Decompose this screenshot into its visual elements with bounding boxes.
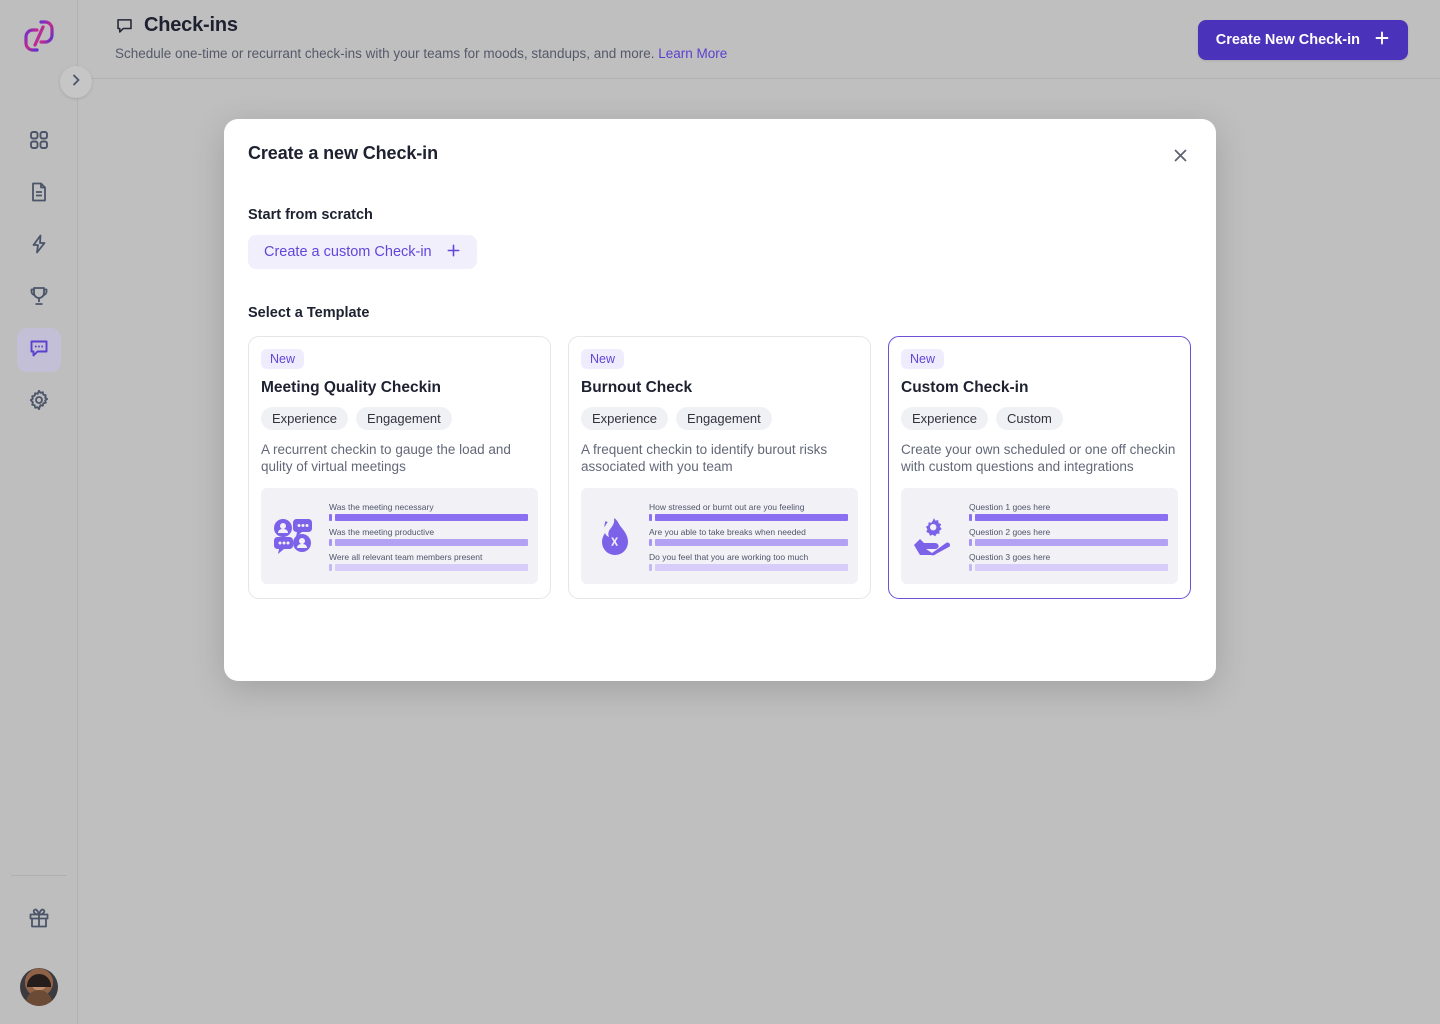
preview-bar <box>329 563 528 571</box>
template-card-meeting-quality[interactable]: New Meeting Quality Checkin Experience E… <box>248 336 551 599</box>
template-preview-rows: Question 1 goes here Question 2 goes her… <box>969 502 1168 571</box>
template-title: Custom Check-in <box>901 379 1029 396</box>
sidebar-item-dashboard[interactable] <box>17 120 61 164</box>
preview-bar <box>649 538 848 546</box>
preview-row: Question 1 goes here <box>969 502 1168 521</box>
preview-row: Do you feel that you are working too muc… <box>649 552 848 571</box>
document-icon <box>28 181 50 208</box>
sidebar-footer <box>0 875 77 1024</box>
create-new-check-in-button[interactable]: Create New Check-in <box>1197 20 1408 60</box>
template-preview-rows: Was the meeting necessary Was the meetin… <box>329 502 528 571</box>
template-card-burnout-check[interactable]: New Burnout Check Experience Engagement … <box>568 336 871 599</box>
preview-bar <box>649 563 848 571</box>
template-tags: Experience Engagement <box>261 407 538 430</box>
status-badge: New <box>581 349 625 369</box>
sidebar-item-check-ins[interactable] <box>16 328 61 372</box>
template-title: Meeting Quality Checkin <box>261 379 442 396</box>
flame-icon <box>587 514 639 558</box>
preview-bar <box>329 513 528 521</box>
template-tags: Experience Custom <box>901 407 1178 430</box>
sidebar-nav <box>16 120 61 424</box>
lightning-icon <box>28 233 50 260</box>
preview-bar <box>649 513 848 521</box>
sidebar-collapse-toggle[interactable] <box>60 66 92 98</box>
template-tag: Experience <box>261 407 349 430</box>
template-tag: Experience <box>581 407 669 430</box>
preview-question: Question 1 goes here <box>969 501 1051 512</box>
select-a-template-label: Select a Template <box>248 305 370 321</box>
sidebar-item-recognition[interactable] <box>17 276 61 320</box>
preview-bar <box>969 538 1168 546</box>
create-custom-check-in-button[interactable]: Create a custom Check-in <box>248 235 477 269</box>
template-tag: Engagement <box>676 407 772 430</box>
preview-row: Were all relevant team members present <box>329 552 528 571</box>
modal-title: Create a new Check-in <box>248 143 438 163</box>
sidebar-item-rewards[interactable] <box>17 898 61 942</box>
gift-icon <box>27 906 51 935</box>
people-chat-icon <box>267 516 319 556</box>
close-icon <box>1172 147 1189 167</box>
template-tag: Custom <box>996 407 1063 430</box>
template-tag: Experience <box>901 407 989 430</box>
template-preview: How stressed or burnt out are you feelin… <box>581 488 858 584</box>
preview-bar <box>329 538 528 546</box>
status-badge: New <box>901 349 945 369</box>
gear-hand-icon <box>907 515 959 557</box>
template-description: A frequent checkin to identify burout ri… <box>581 442 828 474</box>
template-tag: Engagement <box>356 407 452 430</box>
preview-row: Was the meeting productive <box>329 527 528 546</box>
chat-bubble-icon <box>28 337 50 364</box>
preview-question: Was the meeting productive <box>329 526 435 537</box>
chat-bubble-icon <box>115 16 134 35</box>
template-preview: Question 1 goes here Question 2 goes her… <box>901 488 1178 584</box>
trophy-icon <box>28 285 50 312</box>
page-title: Check-ins <box>144 14 238 36</box>
preview-row: Was the meeting necessary <box>329 502 528 521</box>
sidebar-item-pulse[interactable] <box>17 224 61 268</box>
preview-question: Question 2 goes here <box>969 526 1051 537</box>
template-preview-rows: How stressed or burnt out are you feelin… <box>649 502 848 571</box>
preview-question: Were all relevant team members present <box>329 551 483 562</box>
template-description: Create your own scheduled or one off che… <box>901 442 1176 474</box>
logo-mark[interactable] <box>17 14 61 58</box>
page-subtitle-text: Schedule one-time or recurrant check-ins… <box>115 46 655 61</box>
gear-icon <box>28 389 50 416</box>
create-new-check-in-label: Create New Check-in <box>1215 32 1360 48</box>
preview-bar <box>969 563 1168 571</box>
plus-icon <box>446 243 461 262</box>
template-description: A recurrent checkin to gauge the load an… <box>261 442 511 474</box>
preview-question: Are you able to take breaks when needed <box>649 526 806 537</box>
template-tags: Experience Engagement <box>581 407 858 430</box>
create-check-in-modal: Create a new Check-in Start from scratch… <box>224 119 1216 681</box>
template-card-custom-check-in[interactable]: New Custom Check-in Experience Custom Cr… <box>888 336 1191 599</box>
template-card-list: New Meeting Quality Checkin Experience E… <box>248 336 1192 599</box>
preview-question: Do you feel that you are working too muc… <box>649 551 809 562</box>
learn-more-link[interactable]: Learn More <box>658 46 727 61</box>
preview-row: How stressed or burnt out are you feelin… <box>649 502 848 521</box>
preview-bar <box>969 513 1168 521</box>
preview-row: Question 3 goes here <box>969 552 1168 571</box>
start-from-scratch-label: Start from scratch <box>248 207 373 223</box>
preview-row: Question 2 goes here <box>969 527 1168 546</box>
sidebar <box>0 0 78 1024</box>
template-title: Burnout Check <box>581 379 693 396</box>
app-root: Check-ins Schedule one-time or recurrant… <box>0 0 1440 1024</box>
preview-question: How stressed or burnt out are you feelin… <box>649 501 805 512</box>
preview-row: Are you able to take breaks when needed <box>649 527 848 546</box>
page-header: Check-ins Schedule one-time or recurrant… <box>79 0 1440 79</box>
sidebar-divider <box>10 875 67 876</box>
sidebar-item-settings[interactable] <box>17 380 61 424</box>
preview-question: Was the meeting necessary <box>329 501 434 512</box>
chevron-right-icon <box>68 72 84 93</box>
close-button[interactable] <box>1164 141 1196 173</box>
grid-icon <box>28 129 50 156</box>
template-preview: Was the meeting necessary Was the meetin… <box>261 488 538 584</box>
sidebar-item-documents[interactable] <box>17 172 61 216</box>
create-custom-check-in-label: Create a custom Check-in <box>264 244 432 260</box>
preview-question: Question 3 goes here <box>969 551 1051 562</box>
user-avatar[interactable] <box>19 968 58 1006</box>
plus-icon <box>1374 30 1390 50</box>
status-badge: New <box>261 349 305 369</box>
